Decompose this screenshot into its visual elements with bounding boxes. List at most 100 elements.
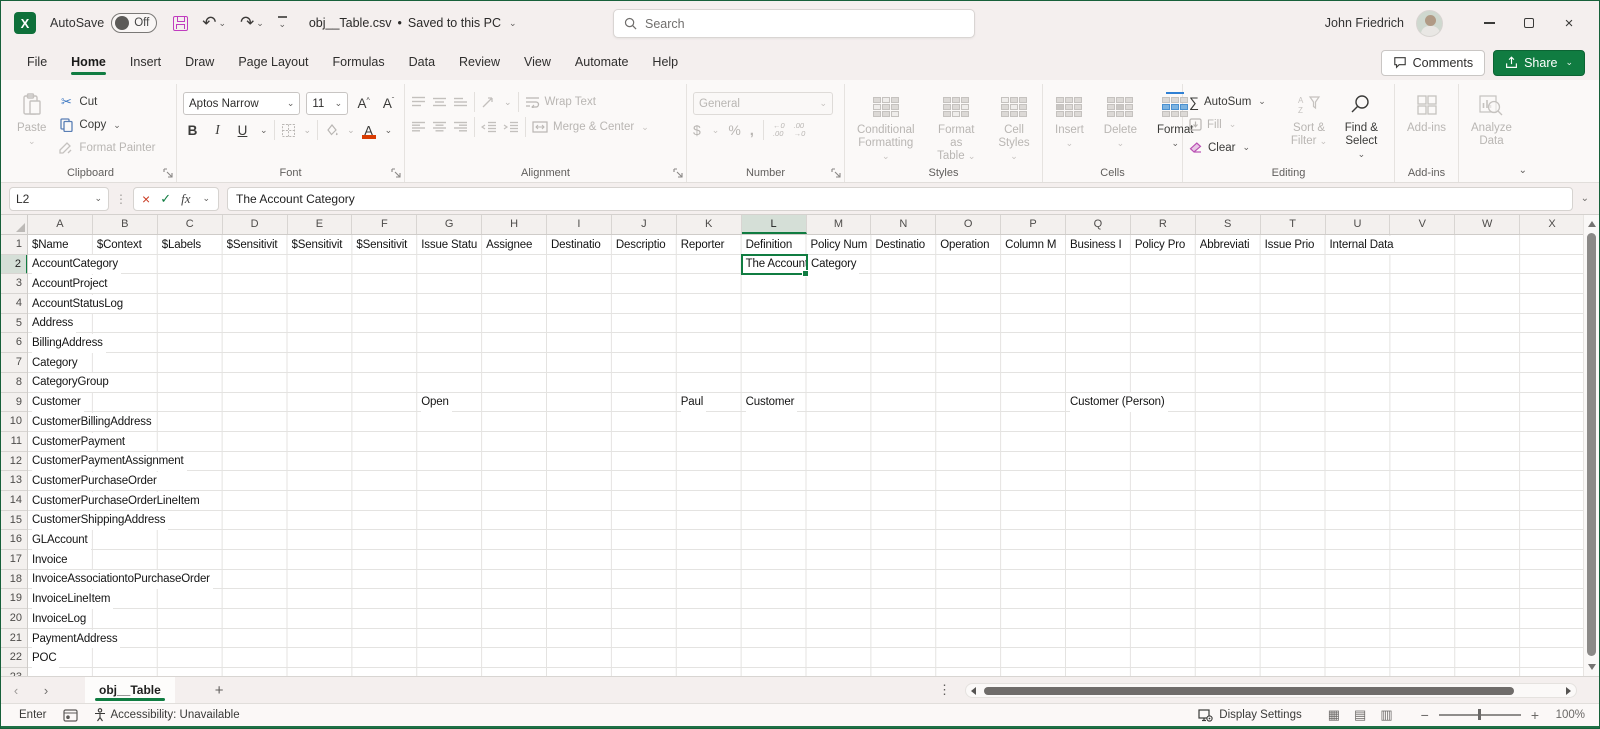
row-header-13[interactable]: 13 <box>1 471 27 491</box>
cell-A11[interactable]: CustomerPayment <box>32 433 128 452</box>
cell-D1[interactable]: $Sensitivit <box>227 236 286 255</box>
dialog-launcher-icon[interactable] <box>391 168 401 178</box>
copy-button[interactable]: Copy ⌄ <box>54 115 159 135</box>
insert-cells-button[interactable]: Insert ⌄ <box>1049 88 1090 164</box>
font-color-button[interactable]: A <box>361 123 377 138</box>
display-settings-button[interactable]: Display Settings <box>1198 709 1301 722</box>
underline-button[interactable]: U <box>233 123 252 138</box>
cell-G1[interactable]: Issue Statu <box>421 236 480 255</box>
cell-K1[interactable]: Reporter <box>681 236 740 255</box>
accounting-format-button[interactable]: $ <box>693 122 701 138</box>
cell-K9[interactable]: Paul <box>681 393 706 412</box>
row-header-16[interactable]: 16 <box>1 530 27 550</box>
vertical-scroll-thumb[interactable] <box>1587 233 1596 656</box>
align-top-button[interactable] <box>411 96 426 108</box>
sort-filter-button[interactable]: AZ Sort & Filter ⌄ <box>1283 86 1334 164</box>
tab-automate[interactable]: Automate <box>563 47 641 78</box>
page-break-view-button[interactable]: ▥ <box>1380 707 1392 723</box>
row-header-20[interactable]: 20 <box>1 609 27 629</box>
zoom-slider-thumb[interactable] <box>1478 709 1481 720</box>
column-header-D[interactable]: D <box>223 215 288 234</box>
column-header-V[interactable]: V <box>1390 215 1455 234</box>
cell-R1[interactable]: Policy Pro <box>1135 236 1194 255</box>
font-name-select[interactable]: Aptos Narrow ⌄ <box>183 92 300 115</box>
column-header-Q[interactable]: Q <box>1066 215 1131 234</box>
cell-J1[interactable]: Descriptio <box>616 236 675 255</box>
enter-button[interactable]: ✓ <box>160 191 171 207</box>
page-layout-view-button[interactable]: ▤ <box>1354 707 1366 723</box>
comma-style-button[interactable]: , <box>750 122 754 139</box>
align-center-button[interactable] <box>432 121 447 133</box>
decrease-font-button[interactable]: Aˇ <box>379 96 398 111</box>
tab-insert[interactable]: Insert <box>118 47 173 78</box>
find-select-button[interactable]: Find & Select ⌄ <box>1335 86 1388 164</box>
dialog-launcher-icon[interactable] <box>673 168 683 178</box>
column-header-B[interactable]: B <box>93 215 158 234</box>
row-header-3[interactable]: 3 <box>1 274 27 294</box>
column-header-R[interactable]: R <box>1131 215 1196 234</box>
align-left-button[interactable] <box>411 121 426 133</box>
row-header-23[interactable]: 23 <box>1 668 27 676</box>
autosum-button[interactable]: ∑ AutoSum ⌄ <box>1189 91 1283 112</box>
cell-A19[interactable]: InvoiceLineItem <box>32 590 113 609</box>
cell-A9[interactable]: Customer <box>32 393 84 412</box>
close-button[interactable]: × <box>1549 6 1589 40</box>
row-header-9[interactable]: 9 <box>1 393 27 413</box>
normal-view-button[interactable]: ▦ <box>1328 707 1340 723</box>
zoom-slider[interactable] <box>1439 714 1521 715</box>
row-header-18[interactable]: 18 <box>1 570 27 590</box>
cell-O1[interactable]: Operation <box>940 236 999 255</box>
column-header-K[interactable]: K <box>677 215 742 234</box>
column-header-X[interactable]: X <box>1520 215 1585 234</box>
cell-A4[interactable]: AccountStatusLog <box>32 295 126 314</box>
percent-style-button[interactable]: % <box>728 122 740 138</box>
decrease-decimal-button[interactable]: .00→0 <box>794 122 806 139</box>
customize-qat-button[interactable]: ⌄ <box>278 16 287 29</box>
column-header-J[interactable]: J <box>612 215 677 234</box>
cell-A12[interactable]: CustomerPaymentAssignment <box>32 452 187 471</box>
cell-A6[interactable]: BillingAddress <box>32 334 106 353</box>
cell-A14[interactable]: CustomerPurchaseOrderLineItem <box>32 492 203 511</box>
zoom-in-button[interactable]: + <box>1531 707 1539 723</box>
grid-cells-area[interactable]: $Name$Context$Labels$Sensitivit$Sensitiv… <box>28 235 1583 676</box>
scroll-down-icon[interactable] <box>1588 664 1596 670</box>
row-header-1[interactable]: 1 <box>1 235 27 255</box>
column-header-C[interactable]: C <box>158 215 223 234</box>
vertical-scrollbar[interactable] <box>1583 215 1599 676</box>
cell-A2[interactable]: AccountCategory <box>32 255 121 274</box>
cell-U1[interactable]: Internal Data <box>1330 236 1397 255</box>
cell-E1[interactable]: $Sensitivit <box>292 236 351 255</box>
cell-A18[interactable]: InvoiceAssociationtoPurchaseOrder <box>32 570 213 589</box>
tab-help[interactable]: Help <box>640 47 690 78</box>
row-header-5[interactable]: 5 <box>1 314 27 334</box>
cell-B1[interactable]: $Context <box>97 236 156 255</box>
increase-decimal-button[interactable]: ←0.00 <box>773 122 785 139</box>
tab-review[interactable]: Review <box>447 47 512 78</box>
decrease-indent-button[interactable] <box>481 121 497 133</box>
row-header-11[interactable]: 11 <box>1 432 27 452</box>
autosave-toggle[interactable]: Off <box>111 13 157 33</box>
horizontal-scrollbar[interactable] <box>965 683 1577 698</box>
cancel-button[interactable]: × <box>142 191 150 207</box>
format-painter-button[interactable]: Format Painter <box>54 138 159 158</box>
scroll-left-icon[interactable] <box>971 687 976 695</box>
cut-button[interactable]: ✂ Cut <box>54 92 159 112</box>
cell-Q9[interactable]: Customer (Person) <box>1070 393 1168 412</box>
tab-data[interactable]: Data <box>397 47 447 78</box>
tab-draw[interactable]: Draw <box>173 47 226 78</box>
document-title[interactable]: obj__Table.csv • Saved to this PC ⌄ <box>309 16 517 30</box>
merge-center-button[interactable]: Merge & Center ⌄ <box>532 121 649 133</box>
row-header-6[interactable]: 6 <box>1 333 27 353</box>
cell-S1[interactable]: Abbreviati <box>1200 236 1259 255</box>
cell-L2[interactable]: The Account Category <box>746 255 860 274</box>
undo-button[interactable]: ↶⌄ <box>202 13 226 33</box>
cell-A22[interactable]: POC <box>32 649 59 668</box>
zoom-out-button[interactable]: − <box>1421 707 1429 723</box>
cell-P1[interactable]: Column M <box>1005 236 1064 255</box>
cell-styles-button[interactable]: Cell Styles ⌄ <box>992 88 1036 164</box>
delete-cells-button[interactable]: Delete ⌄ <box>1098 88 1143 164</box>
accessibility-status[interactable]: Accessibility: Unavailable <box>94 708 240 722</box>
insert-function-button[interactable]: fx <box>181 191 190 207</box>
analyze-data-button[interactable]: Analyze Data <box>1465 86 1518 164</box>
cell-T1[interactable]: Issue Prio <box>1265 236 1324 255</box>
